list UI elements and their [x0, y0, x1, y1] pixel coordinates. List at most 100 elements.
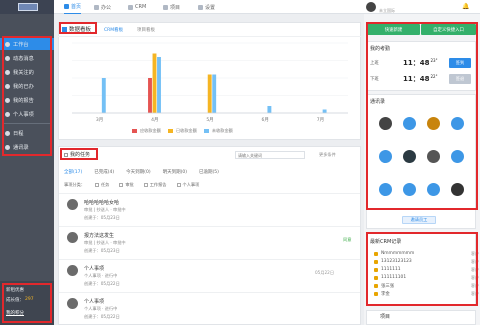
- legend-swatch-unreceived: [203, 129, 209, 133]
- contact-avatar[interactable]: [451, 117, 464, 130]
- crm-row-tag: 客户: [471, 258, 479, 264]
- contact-avatar[interactable]: [403, 117, 416, 130]
- search-input[interactable]: [235, 151, 305, 159]
- nav-project[interactable]: 项目: [163, 0, 180, 14]
- x-tick-label: 4月: [151, 117, 158, 123]
- tab-overdue[interactable]: 已逾期(5): [199, 169, 219, 175]
- item-date: 创建于：05月23日: [84, 215, 120, 220]
- check-approval[interactable]: 审批: [119, 182, 134, 188]
- clock-in-button[interactable]: 签到: [449, 58, 471, 68]
- tab-label: 今天到期: [126, 170, 145, 175]
- chart-icon: [62, 26, 67, 32]
- legend-swatch-receivable: [132, 129, 137, 133]
- tab-due-today[interactable]: 今天到期(0): [126, 169, 150, 175]
- sidebar-item-personal[interactable]: 个人事项: [0, 108, 54, 120]
- nav-home[interactable]: 首页: [64, 0, 82, 14]
- check-label: 工作报告: [149, 182, 167, 187]
- contact-avatar[interactable]: [427, 150, 440, 163]
- sidebar-item-reports[interactable]: 我的报告: [0, 94, 54, 106]
- item-type: 个人事项: [84, 273, 101, 278]
- avatar: [67, 232, 78, 243]
- crm-row-tag: 客户: [471, 282, 479, 288]
- app-logo[interactable]: [0, 0, 54, 14]
- contact-avatar[interactable]: [427, 117, 440, 130]
- project-title: 项目: [380, 314, 391, 320]
- crm-row[interactable]: 1111111 客户: [374, 266, 479, 273]
- clock-out-button[interactable]: 签退: [449, 74, 471, 84]
- item-status: 进行中: [104, 306, 118, 311]
- crm-row[interactable]: Nmmmmmmm 客户: [374, 250, 479, 257]
- check-report[interactable]: 工作报告: [143, 182, 167, 188]
- filter-dropdown[interactable]: 更多条件: [319, 152, 336, 158]
- tab-completed[interactable]: 已完成(4): [94, 169, 114, 175]
- sidebar-item-following[interactable]: 我关注的: [0, 66, 54, 78]
- list-item[interactable]: 个人事项 个人事项 · 进行中 创建于：05月22日: [59, 292, 360, 325]
- item-status: 审批中: [113, 207, 126, 212]
- list-item[interactable]: 个人事项 个人事项 · 进行中 创建于：05月22日 05月22日: [59, 259, 360, 292]
- avatar: [366, 2, 376, 12]
- user-menu[interactable]: 未立国际: [366, 1, 476, 13]
- crm-row[interactable]: 111111101 客户: [374, 274, 479, 281]
- contact-avatar[interactable]: [427, 183, 440, 196]
- bar-未收款金额-6月: [267, 106, 272, 113]
- record-icon: [374, 283, 378, 288]
- tab-project-board[interactable]: 项目看板: [137, 27, 155, 33]
- bar-未收款金额-7月: [322, 109, 327, 113]
- avatar: [67, 265, 78, 276]
- contact-avatar[interactable]: [403, 183, 416, 196]
- record-icon: [374, 259, 378, 264]
- sidebar-item-label: 日程: [13, 130, 24, 137]
- tab-due-tomorrow[interactable]: 明天到期(0): [163, 169, 187, 175]
- contact-avatar[interactable]: [379, 150, 392, 163]
- nav-project-label: 项目: [170, 4, 181, 11]
- bar-未收款金额-3月: [101, 78, 106, 113]
- contact-avatar[interactable]: [451, 183, 464, 196]
- clock-out-time: 11：48 22": [403, 74, 437, 84]
- sidebar-item-calendar[interactable]: 日程: [0, 127, 54, 139]
- tab-all[interactable]: 全部(17): [64, 169, 82, 175]
- item-meta: 个人事项 · 进行中: [84, 273, 118, 278]
- contact-avatar[interactable]: [403, 150, 416, 163]
- item-meta: 审批 | 抄送人 · 审批中: [84, 207, 126, 212]
- bell-icon[interactable]: 🔔: [462, 3, 469, 10]
- sidebar-item-label: 我的已办: [13, 83, 34, 90]
- clock-out-hm: 11：48: [403, 75, 430, 83]
- tab-crm-board[interactable]: CRM看板: [104, 27, 123, 33]
- item-type: 审批 | 抄送人: [84, 207, 110, 212]
- invite-button[interactable]: 邀请员工: [402, 216, 436, 224]
- contact-avatar[interactable]: [451, 150, 464, 163]
- contact-avatar[interactable]: [379, 117, 392, 130]
- points-link[interactable]: 我的积分: [6, 310, 24, 316]
- crm-row[interactable]: 张三张 客户: [374, 282, 479, 289]
- sidebar-item-contacts[interactable]: 通讯录: [0, 141, 54, 153]
- nav-settings[interactable]: 设置: [198, 0, 215, 14]
- legend-swatch-received: [167, 129, 173, 133]
- contact-avatar[interactable]: [379, 183, 392, 196]
- crm-row-tag: 客户: [471, 266, 479, 272]
- sidebar-item-done[interactable]: 我的已办: [0, 80, 54, 92]
- list-item[interactable]: 哈哈哈哈哈女哈 审批 | 抄送人 · 审批中 创建于：05月23日: [59, 193, 360, 226]
- quick-create-button[interactable]: 快速新建: [367, 24, 420, 35]
- check-personal[interactable]: 个人事项: [176, 182, 199, 188]
- sidebar-item-workbench[interactable]: 工作台: [0, 38, 54, 50]
- check-task[interactable]: 任务: [94, 182, 109, 188]
- x-tick-label: 6月: [262, 117, 269, 123]
- custom-shortcut-button[interactable]: 自定义快捷入口: [421, 24, 476, 35]
- feed-tabs: 全部(17) 已完成(4) 今天到期(0) 明天到期(0) 已逾期(5): [64, 169, 219, 175]
- legend-unreceived: 未收款金额: [211, 128, 233, 133]
- record-icon: [374, 251, 378, 256]
- item-meta: 审批 | 抄送人 · 审批中: [84, 240, 126, 245]
- sidebar-item-messages[interactable]: 动态消息: [0, 52, 54, 64]
- dashboard-icon: [5, 41, 10, 47]
- list-item[interactable]: 报方法这发生 审批 | 抄送人 · 审批中 创建于：05月23日 同意: [59, 226, 360, 259]
- item-title: 个人事项: [84, 266, 105, 272]
- item-type: 审批 | 抄送人: [84, 240, 110, 245]
- nav-office[interactable]: 办公: [94, 0, 111, 14]
- crm-row[interactable]: 李金 客户: [374, 290, 479, 297]
- crm-row[interactable]: 13123123123 客户: [374, 258, 479, 265]
- item-status: 审批中: [113, 240, 126, 245]
- avatar: [67, 199, 78, 210]
- nav-crm[interactable]: CRM: [128, 0, 146, 14]
- item-date: 创建于：05月22日: [84, 314, 120, 319]
- clock-in-hm: 11：48: [403, 59, 430, 67]
